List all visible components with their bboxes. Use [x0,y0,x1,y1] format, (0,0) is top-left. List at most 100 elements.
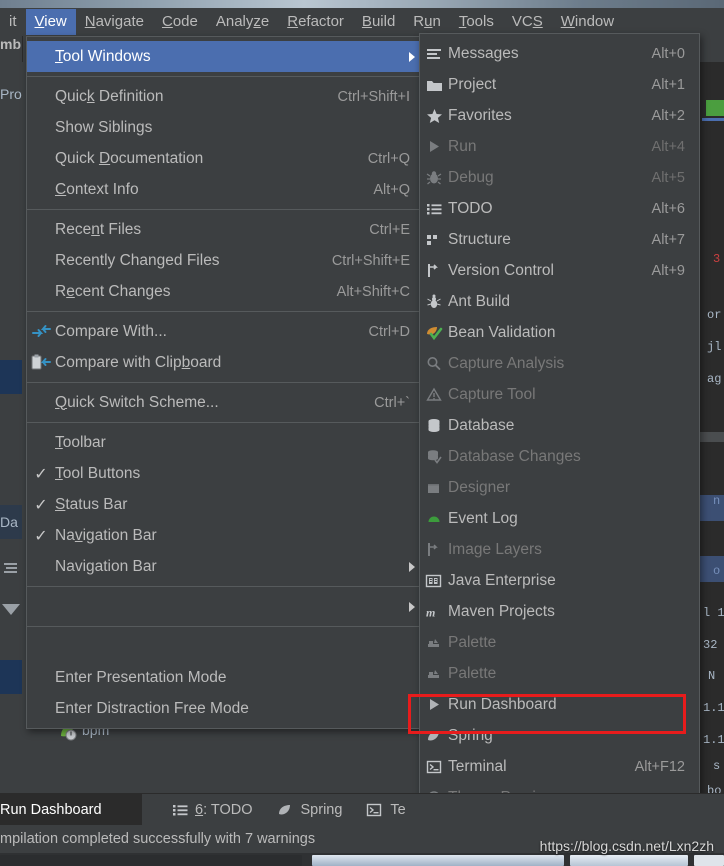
menu-item-tool-buttons[interactable]: ✓ Tool Buttons [27,458,424,489]
taskbar-chip-4[interactable] [694,855,724,866]
editor-gutter-icon [706,100,724,116]
menu-navigate[interactable]: Navigate [76,9,153,35]
menu-tools[interactable]: Tools [450,9,503,35]
editor-fragment-1: or [707,308,722,322]
menu-code[interactable]: Code [153,9,207,35]
collapse-all-strip-icon[interactable] [2,604,20,615]
menu-item-ant-build[interactable]: Ant Build [420,286,699,317]
menu-item-compare-with-clipboard[interactable]: Compare with Clipboard [27,347,424,378]
menu-item-toolbar[interactable]: Toolbar [27,427,424,458]
menu-item-bidi-text-direction[interactable] [27,591,424,622]
project-panel-label-fragment: Pro [0,86,22,102]
view-dropdown-menu[interactable]: Tool Windows Quick Definition Ctrl+Shift… [26,36,425,729]
menu-item-enter-distraction-free-mode[interactable]: Enter Presentation Mode [27,662,424,693]
taskbar-chip-1[interactable] [0,855,302,866]
menu-item-show-siblings[interactable]: Show Siblings [27,112,424,143]
menu-separator [27,382,424,383]
menu-item-label: Tool Windows [55,47,151,65]
main-menu-bar[interactable]: it View Navigate Code Analyze Refactor B… [0,8,623,36]
menu-item-maven-projects[interactable]: m Maven Projects [420,596,699,627]
tool-window-tab-todo[interactable]: 6: TODO [160,794,265,826]
folder-icon [420,78,448,92]
database-changes-icon [420,449,448,464]
menu-item-accelerator: Alt+F12 [634,758,685,775]
menu-item-quick-definition[interactable]: Quick Definition Ctrl+Shift+I [27,81,424,112]
ant-icon [420,294,448,309]
menu-item-favorites[interactable]: Favorites Alt+2 [420,100,699,131]
menu-item-label: Enter Distraction Free Mode [55,699,249,717]
play-icon [420,139,448,154]
menu-item-run-dashboard[interactable]: Run Dashboard [420,689,699,720]
menu-item-spring[interactable]: Spring [420,720,699,751]
menu-edit-label: it [9,13,17,30]
menu-build[interactable]: Build [353,9,404,35]
tool-windows-submenu[interactable]: Messages Alt+0 Project Alt+1 Favorites A… [419,33,700,866]
menu-item-enter-full-screen[interactable]: Enter Distraction Free Mode [27,693,424,724]
taskbar-chip-2[interactable] [312,855,564,866]
menu-item-project[interactable]: Project Alt+1 [420,69,699,100]
menu-item-quick-switch-scheme[interactable]: Quick Switch Scheme... Ctrl+` [27,387,424,418]
navbar-fragment-1: mb [0,36,21,52]
menu-view-label: iew [44,13,67,30]
menu-item-image-layers: Image Layers [420,534,699,565]
menu-item-java-enterprise[interactable]: Java Enterprise [420,565,699,596]
bottom-tool-window-bar[interactable]: Run Dashboard 6: TODO Spring Te [0,793,724,826]
submenu-arrow-icon [409,601,415,612]
menu-item-label: Palette [448,633,497,651]
tool-window-tab-run-dashboard[interactable]: Run Dashboard [0,794,142,826]
menu-item-status-bar[interactable]: ✓ Status Bar [27,489,424,520]
menu-item-messages[interactable]: Messages Alt+0 [420,38,699,69]
menu-view[interactable]: View [25,9,76,35]
menu-separator [27,311,424,312]
left-strip-tab-label: Da [0,514,18,530]
menu-refactor[interactable]: Refactor [278,9,353,35]
menu-item-compare-with[interactable]: Compare With... Ctrl+D [27,316,424,347]
taskbar-chip-3[interactable] [570,855,688,866]
menu-item-bean-validation[interactable]: Bean Validation [420,317,699,348]
menu-separator [27,209,424,210]
menu-vcs[interactable]: VCS [503,9,552,35]
menu-item-tool-windows[interactable]: Tool Windows [27,41,424,72]
menu-item-navigation-bar[interactable]: ✓ Navigation Bar [27,520,424,551]
menu-item-designer: Designer [420,472,699,503]
editor-fragment-0: 3 [713,252,721,266]
menu-item-run: Run Alt+4 [420,131,699,162]
todo-list-icon [420,202,448,216]
menu-item-recent-changes[interactable]: Recent Changes Alt+Shift+C [27,276,424,307]
palette-icon [420,667,448,681]
menu-item-label: Debug [448,168,494,186]
menu-separator [27,422,424,423]
menu-item-todo[interactable]: TODO Alt+6 [420,193,699,224]
menu-analyze[interactable]: Analyze [207,9,278,35]
menu-run[interactable]: Run [404,9,450,35]
watermark-text: https://blog.csdn.net/Lxn2zh [539,838,714,854]
spring-leaf-icon [420,729,448,743]
compare-icon [27,324,55,340]
menu-item-label: Bean Validation [448,323,556,341]
left-strip-selection-2 [0,660,22,694]
menu-item-accelerator: Ctrl+E [369,221,410,238]
menu-separator [27,586,424,587]
menu-item-recently-changed-files[interactable]: Recently Changed Files Ctrl+Shift+E [27,245,424,276]
menu-item-accelerator: Alt+6 [651,200,685,217]
editor-fragment-3: ag [707,372,722,386]
menu-item-context-info[interactable]: Context Info Alt+Q [27,174,424,205]
menu-item-active-editor[interactable]: Navigation Bar [27,551,424,582]
menu-item-enter-presentation-mode[interactable] [27,631,424,662]
menu-edit-partial[interactable]: it [0,9,26,35]
menu-item-terminal[interactable]: Terminal Alt+F12 [420,751,699,782]
menu-window[interactable]: Window [552,9,623,35]
menu-item-event-log[interactable]: Event Log [420,503,699,534]
menu-item-structure[interactable]: Structure Alt+7 [420,224,699,255]
menu-item-label: Messages [448,44,519,62]
menu-item-version-control[interactable]: Version Control Alt+9 [420,255,699,286]
checkmark-icon: ✓ [34,496,48,514]
editor-fragment-11: s [713,759,721,773]
menu-item-recent-files[interactable]: Recent Files Ctrl+E [27,214,424,245]
tool-window-tab-terminal[interactable]: Te [354,794,417,826]
menu-item-palette-2: Palette [420,658,699,689]
menu-item-label: Image Layers [448,540,542,558]
tool-window-tab-spring[interactable]: Spring [265,794,355,826]
menu-item-database[interactable]: Database [420,410,699,441]
menu-item-quick-documentation[interactable]: Quick Documentation Ctrl+Q [27,143,424,174]
